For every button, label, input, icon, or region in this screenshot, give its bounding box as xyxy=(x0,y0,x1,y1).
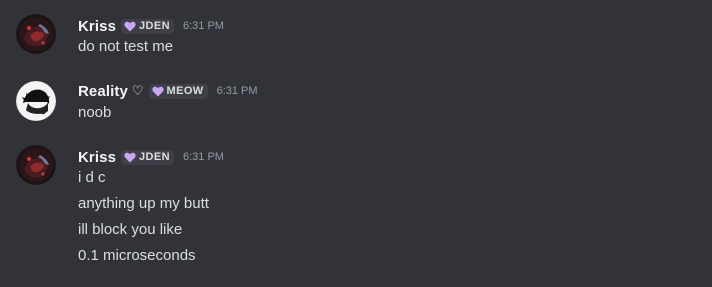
username-decoration: ♡ xyxy=(131,83,144,98)
message-content: do not test me xyxy=(78,38,174,55)
message-content: anything up my butt xyxy=(78,195,209,212)
guild-tag[interactable]: MEOW xyxy=(148,83,208,99)
user-avatar-kriss[interactable] xyxy=(16,145,56,185)
username[interactable]: Kriss xyxy=(78,149,116,166)
message-content: i d c xyxy=(78,169,106,186)
guild-tag-label: MEOW xyxy=(166,85,204,97)
heart-icon xyxy=(124,21,136,31)
username[interactable]: Kriss xyxy=(78,18,116,35)
timestamp[interactable]: 6:31 PM xyxy=(183,20,224,32)
guild-tag-label: JDEN xyxy=(139,20,170,32)
heart-icon xyxy=(124,152,136,162)
guild-tag-label: JDEN xyxy=(139,151,170,163)
chat-log: Kriss JDEN 6:31 PM do not test me Realit… xyxy=(0,0,712,287)
message-content: noob xyxy=(78,104,112,121)
message-header: Kriss JDEN 6:31 PM xyxy=(78,15,224,37)
message-header: Kriss JDEN 6:31 PM xyxy=(78,146,224,168)
message-content: 0.1 microseconds xyxy=(78,247,196,264)
user-avatar-reality[interactable] xyxy=(16,81,56,121)
timestamp[interactable]: 6:31 PM xyxy=(183,151,224,163)
timestamp[interactable]: 6:31 PM xyxy=(217,85,258,97)
message-content: ill block you like xyxy=(78,221,183,238)
guild-tag[interactable]: JDEN xyxy=(121,18,174,34)
guild-tag[interactable]: JDEN xyxy=(121,149,174,165)
heart-icon xyxy=(151,86,164,96)
username[interactable]: Reality xyxy=(78,83,128,100)
user-avatar-kriss[interactable] xyxy=(16,14,56,54)
message-header: Reality ♡ MEOW 6:31 PM xyxy=(78,80,258,102)
